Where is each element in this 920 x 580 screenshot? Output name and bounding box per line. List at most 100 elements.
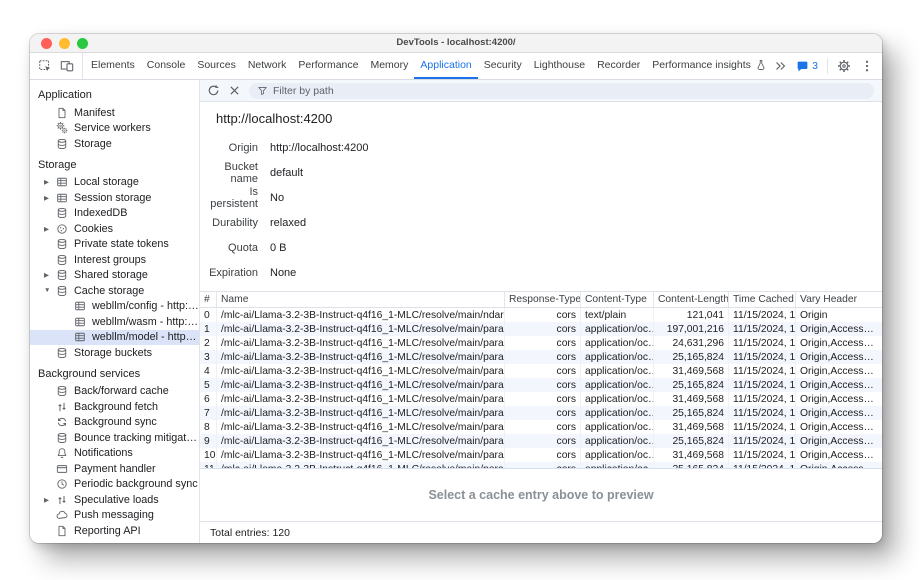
cell-vary-header: Origin,Access… bbox=[796, 448, 882, 462]
cell-index: 10 bbox=[200, 448, 217, 462]
table-row[interactable]: 1 /mlc-ai/Llama-3.2-3B-Instruct-q4f16_1-… bbox=[200, 322, 882, 336]
sidebar-item-label: Shared storage bbox=[74, 269, 148, 281]
gear-icon[interactable] bbox=[837, 59, 851, 73]
chevron-double-right-icon[interactable] bbox=[773, 59, 787, 73]
sidebar-item[interactable]: Payment handler bbox=[30, 461, 199, 477]
sidebar-item[interactable]: Cookies bbox=[30, 221, 199, 237]
column-header[interactable]: Time Cached bbox=[729, 292, 796, 307]
kebab-icon[interactable] bbox=[860, 59, 874, 73]
table-row[interactable]: 0 /mlc-ai/Llama-3.2-3B-Instruct-q4f16_1-… bbox=[200, 308, 882, 322]
sidebar-item[interactable]: Background sync bbox=[30, 415, 199, 431]
sidebar-item[interactable]: Storage bbox=[30, 136, 199, 152]
cell-time-cached: 11/15/2024, 10… bbox=[729, 308, 796, 322]
table-row[interactable]: 10 /mlc-ai/Llama-3.2-3B-Instruct-q4f16_1… bbox=[200, 448, 882, 462]
tab-elements[interactable]: Elements bbox=[85, 53, 141, 79]
tab-memory[interactable]: Memory bbox=[364, 53, 414, 79]
tab-sources[interactable]: Sources bbox=[191, 53, 242, 79]
sidebar-item[interactable]: webllm/config - http://loc… bbox=[30, 299, 199, 315]
sidebar-item[interactable]: Back/forward cache bbox=[30, 384, 199, 400]
cell-time-cached: 11/15/2024, 10… bbox=[729, 336, 796, 350]
tab-application[interactable]: Application bbox=[414, 53, 477, 79]
sidebar-item[interactable]: webllm/wasm - http://loca… bbox=[30, 314, 199, 330]
cell-name: /mlc-ai/Llama-3.2-3B-Instruct-q4f16_1-ML… bbox=[217, 406, 505, 420]
sidebar-item-label: Private state tokens bbox=[74, 238, 169, 250]
sidebar-item[interactable]: Interest groups bbox=[30, 252, 199, 268]
sidebar-item-label: Storage buckets bbox=[74, 347, 152, 359]
sidebar-item[interactable]: Shared storage bbox=[30, 268, 199, 284]
table-row[interactable]: 5 /mlc-ai/Llama-3.2-3B-Instruct-q4f16_1-… bbox=[200, 378, 882, 392]
sidebar-section-application: Application bbox=[30, 82, 199, 105]
tab-lighthouse[interactable]: Lighthouse bbox=[528, 53, 591, 79]
cell-name: /mlc-ai/Llama-3.2-3B-Instruct-q4f16_1-ML… bbox=[217, 350, 505, 364]
column-header[interactable]: Vary Header bbox=[796, 292, 882, 307]
cookie-icon bbox=[56, 223, 68, 235]
column-header[interactable]: Content-Length bbox=[654, 292, 729, 307]
tab-console[interactable]: Console bbox=[141, 53, 192, 79]
cell-content-length: 31,469,568 bbox=[654, 392, 729, 406]
table-row[interactable]: 8 /mlc-ai/Llama-3.2-3B-Instruct-q4f16_1-… bbox=[200, 420, 882, 434]
sidebar-item[interactable]: Cache storage bbox=[30, 283, 199, 299]
sidebar-item-label: Session storage bbox=[74, 192, 151, 204]
table-row[interactable]: 2 /mlc-ai/Llama-3.2-3B-Instruct-q4f16_1-… bbox=[200, 336, 882, 350]
sidebar-item[interactable]: Speculative loads bbox=[30, 492, 199, 508]
cell-index: 9 bbox=[200, 434, 217, 448]
cell-content-length: 25,165,824 bbox=[654, 434, 729, 448]
table-row[interactable]: 9 /mlc-ai/Llama-3.2-3B-Instruct-q4f16_1-… bbox=[200, 434, 882, 448]
bell-icon bbox=[56, 447, 68, 459]
close-icon[interactable] bbox=[228, 84, 241, 97]
table-row[interactable]: 4 /mlc-ai/Llama-3.2-3B-Instruct-q4f16_1-… bbox=[200, 364, 882, 378]
sidebar-item[interactable]: Local storage bbox=[30, 175, 199, 191]
tab-network[interactable]: Network bbox=[242, 53, 293, 79]
sidebar-item[interactable]: Private state tokens bbox=[30, 237, 199, 253]
refresh-icon[interactable] bbox=[207, 84, 220, 97]
cell-content-length: 31,469,568 bbox=[654, 420, 729, 434]
column-header[interactable]: Name bbox=[217, 292, 505, 307]
metadata-label: Origin bbox=[200, 142, 258, 154]
expand-arrow-icon[interactable] bbox=[44, 225, 56, 233]
expand-arrow-icon[interactable] bbox=[44, 178, 56, 186]
sidebar-item[interactable]: Push messaging bbox=[30, 508, 199, 524]
filter-input[interactable] bbox=[273, 85, 866, 97]
table-row[interactable]: 3 /mlc-ai/Llama-3.2-3B-Instruct-q4f16_1-… bbox=[200, 350, 882, 364]
sidebar-item[interactable]: Bounce tracking mitigations bbox=[30, 430, 199, 446]
sidebar-item[interactable]: Periodic background sync bbox=[30, 477, 199, 493]
console-messages-badge[interactable]: 3 bbox=[796, 60, 818, 73]
expand-arrow-icon[interactable] bbox=[44, 271, 56, 279]
cell-content-type: application/oc… bbox=[581, 350, 654, 364]
preview-placeholder: Select a cache entry above to preview bbox=[428, 488, 653, 502]
sidebar-item[interactable]: Service workers bbox=[30, 121, 199, 137]
tab-recorder[interactable]: Recorder bbox=[591, 53, 646, 79]
sidebar-item[interactable]: IndexedDB bbox=[30, 206, 199, 222]
sidebar-item[interactable]: webllm/model - http://loc… bbox=[30, 330, 199, 346]
storage-items: Local storage Session storage IndexedDB … bbox=[30, 175, 199, 361]
inspect-icon[interactable] bbox=[38, 59, 52, 73]
table-row[interactable]: 7 /mlc-ai/Llama-3.2-3B-Instruct-q4f16_1-… bbox=[200, 406, 882, 420]
sidebar-item[interactable]: Storage buckets bbox=[30, 345, 199, 361]
column-header[interactable]: # bbox=[200, 292, 217, 307]
tab-security[interactable]: Security bbox=[478, 53, 528, 79]
sidebar-item[interactable]: Background fetch bbox=[30, 399, 199, 415]
sidebar-item[interactable]: Notifications bbox=[30, 446, 199, 462]
tab-performance[interactable]: Performance bbox=[292, 53, 364, 79]
expand-arrow-icon[interactable] bbox=[44, 287, 56, 294]
sidebar-item[interactable]: Manifest bbox=[30, 105, 199, 121]
sidebar-item[interactable]: Reporting API bbox=[30, 523, 199, 539]
tab-performance-insights[interactable]: Performance insights bbox=[646, 53, 773, 79]
expand-arrow-icon[interactable] bbox=[44, 496, 56, 504]
cell-content-type: application/oc… bbox=[581, 392, 654, 406]
tab-label: Console bbox=[147, 59, 186, 71]
tab-label: Network bbox=[248, 59, 287, 71]
sidebar-item[interactable]: Session storage bbox=[30, 190, 199, 206]
cell-content-type: application/oc… bbox=[581, 406, 654, 420]
cell-content-length: 31,469,568 bbox=[654, 448, 729, 462]
sidebar-item-label: Bounce tracking mitigations bbox=[74, 432, 199, 444]
cell-index: 1 bbox=[200, 322, 217, 336]
table-icon bbox=[56, 192, 68, 204]
device-toolbar-icon[interactable] bbox=[60, 59, 74, 73]
cloud-icon bbox=[56, 509, 68, 521]
column-header[interactable]: Response-Type bbox=[505, 292, 581, 307]
table-row[interactable]: 6 /mlc-ai/Llama-3.2-3B-Instruct-q4f16_1-… bbox=[200, 392, 882, 406]
expand-arrow-icon[interactable] bbox=[44, 194, 56, 202]
column-header[interactable]: Content-Type bbox=[581, 292, 654, 307]
filter-box[interactable] bbox=[249, 83, 874, 99]
